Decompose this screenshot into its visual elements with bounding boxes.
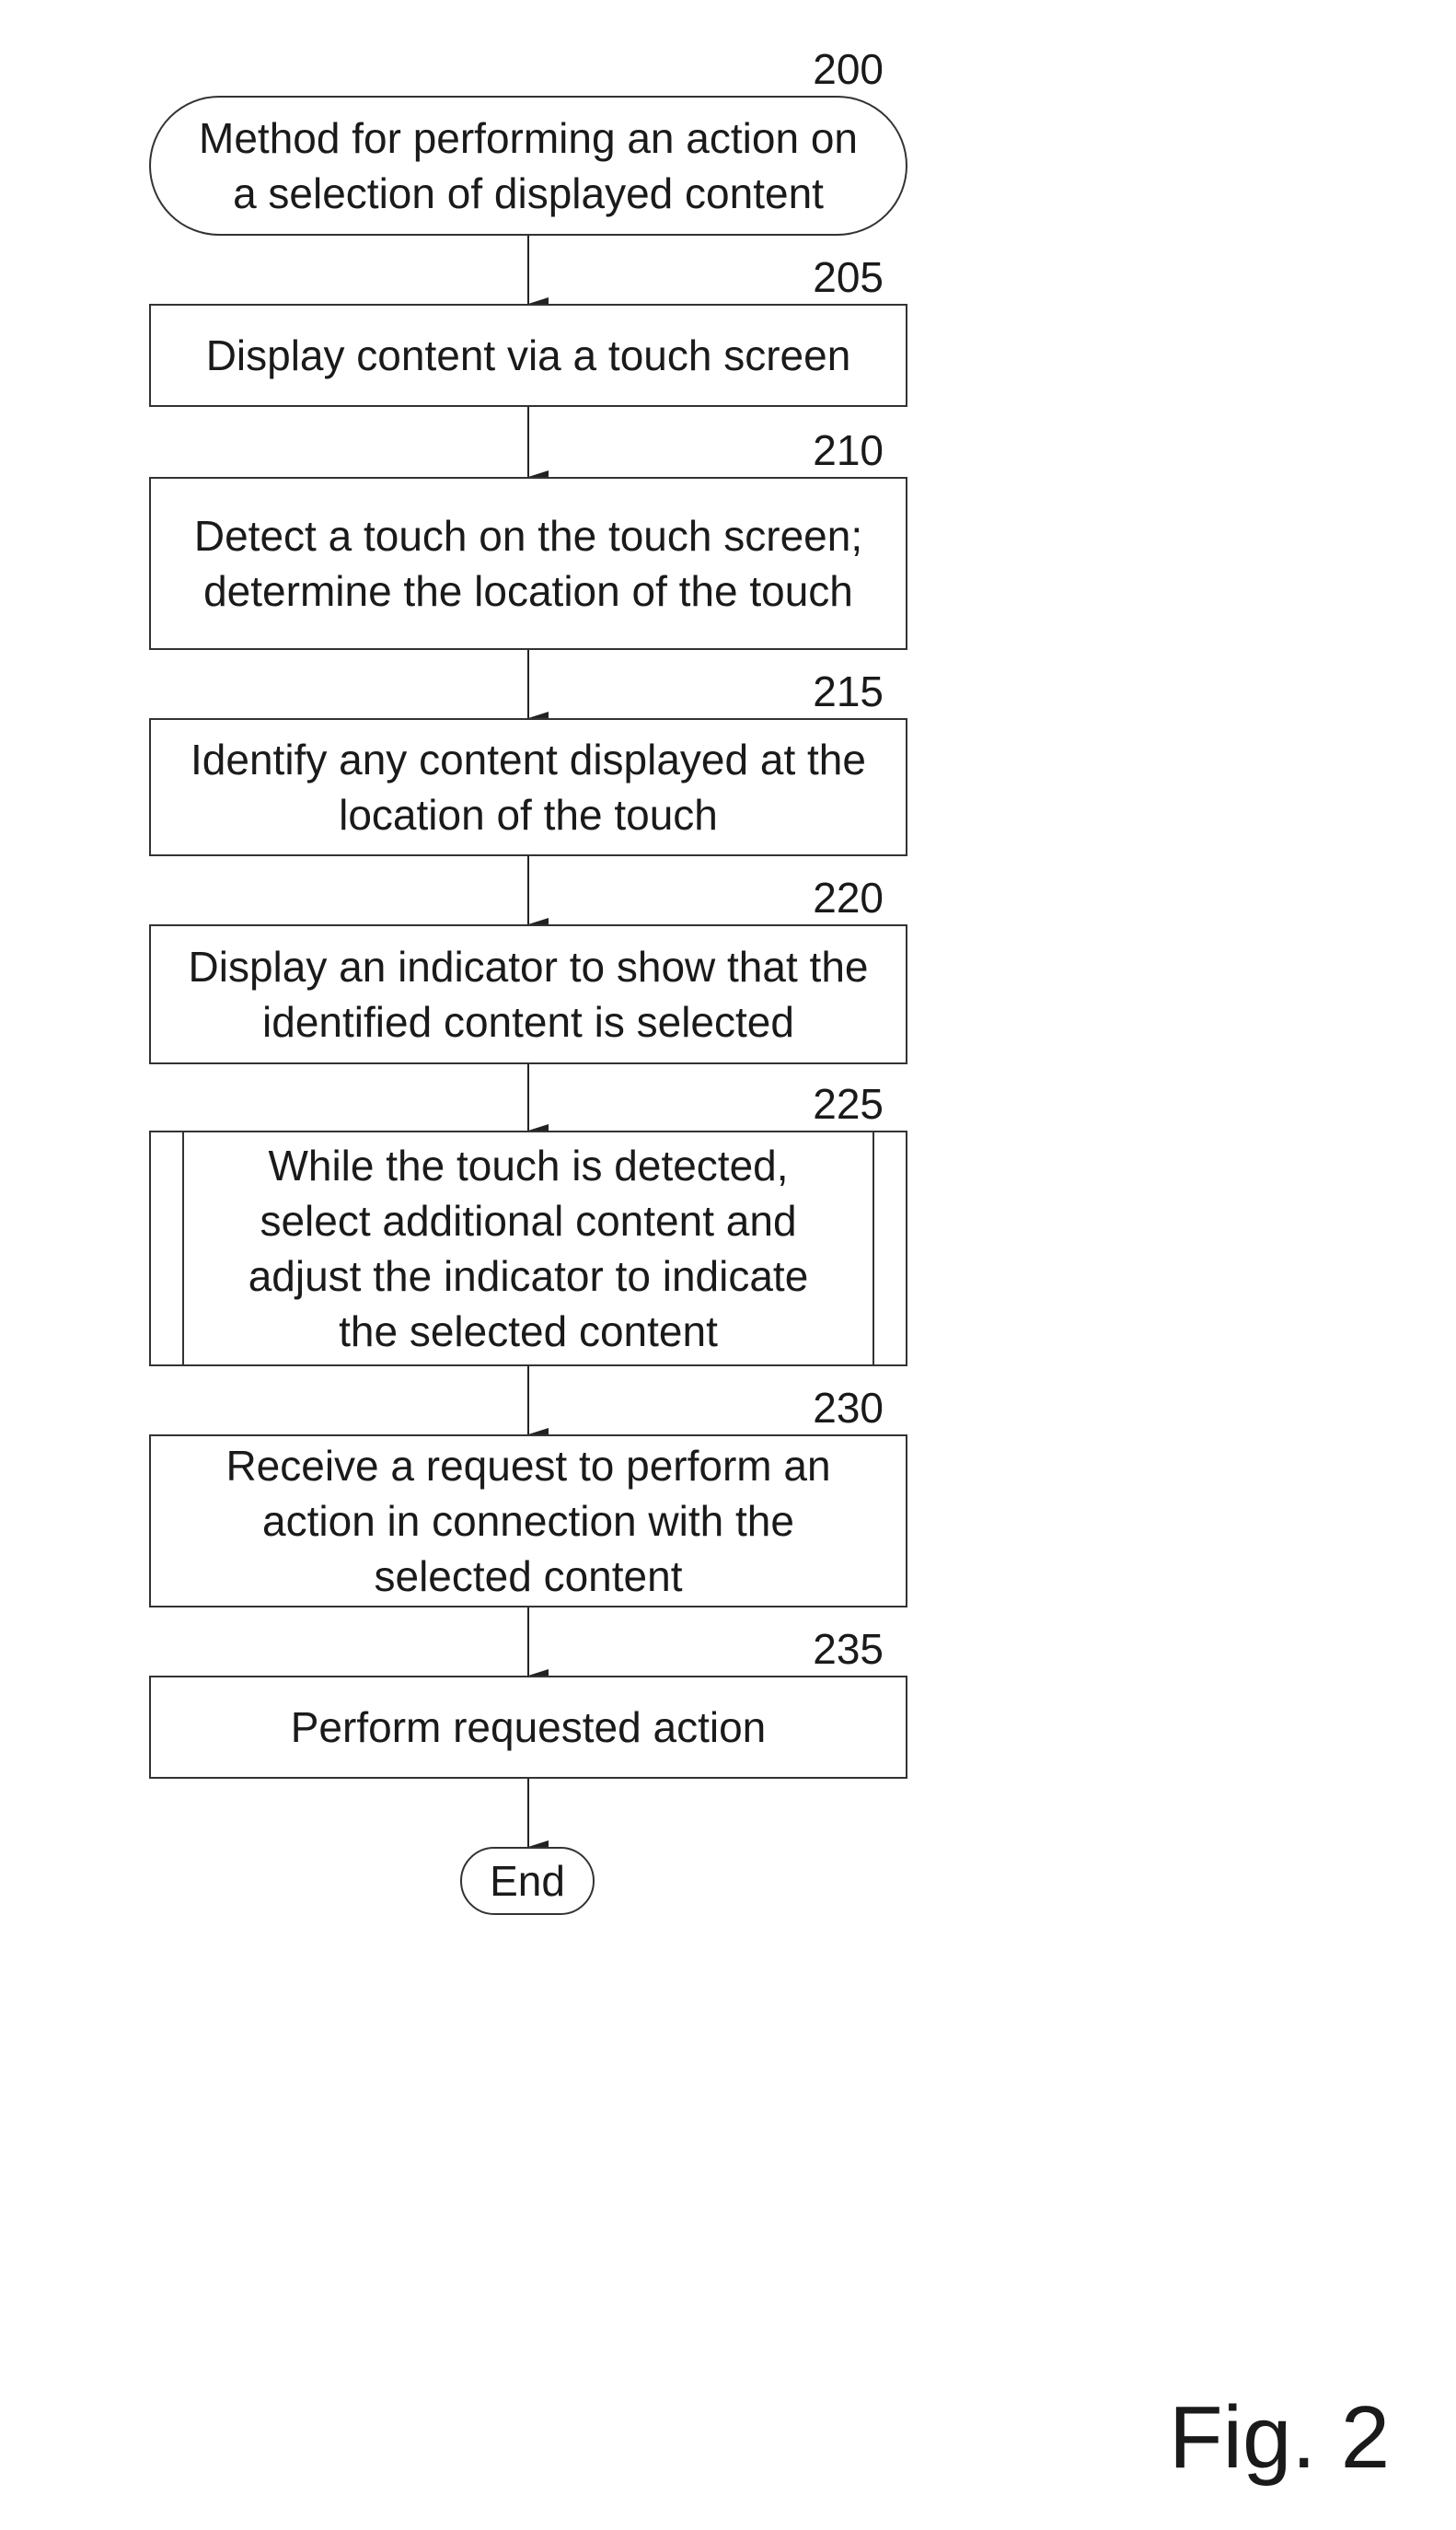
- process-box-210: Detect a touch on the touch screen; dete…: [149, 477, 907, 650]
- end-terminal: End: [460, 1847, 595, 1915]
- step-ref-230: 230: [699, 1387, 884, 1429]
- process-box-230: Receive a request to perform an action i…: [149, 1434, 907, 1607]
- process-box-205: Display content via a touch screen: [149, 304, 907, 407]
- end-text: End: [484, 1853, 571, 1909]
- step-text-210: Detect a touch on the touch screen; dete…: [189, 508, 868, 619]
- step-text-220: Display an indicator to show that the id…: [183, 939, 874, 1050]
- step-ref-200: 200: [699, 48, 884, 90]
- step-ref-205: 205: [699, 256, 884, 298]
- step-ref-225: 225: [699, 1083, 884, 1125]
- step-ref-215: 215: [699, 670, 884, 713]
- step-text-205: Display content via a touch screen: [201, 328, 857, 383]
- step-text-225: While the touch is detected, select addi…: [243, 1138, 815, 1359]
- process-box-220: Display an indicator to show that the id…: [149, 924, 907, 1064]
- step-text-235: Perform requested action: [285, 1700, 772, 1755]
- step-text-230: Receive a request to perform an action i…: [220, 1438, 836, 1604]
- process-box-235: Perform requested action: [149, 1676, 907, 1779]
- step-text-200: Method for performing an action on a sel…: [193, 110, 863, 221]
- process-box-215: Identify any content displayed at the lo…: [149, 718, 907, 856]
- start-terminal: Method for performing an action on a sel…: [149, 96, 907, 236]
- step-text-215: Identify any content displayed at the lo…: [185, 732, 872, 842]
- figure-label: Fig. 2: [1169, 2394, 1390, 2482]
- step-ref-210: 210: [699, 429, 884, 471]
- flowchart-diagram: 200 Method for performing an action on a…: [0, 0, 1456, 2530]
- subprocess-box-225: While the touch is detected, select addi…: [149, 1131, 907, 1366]
- step-ref-220: 220: [699, 876, 884, 919]
- step-ref-235: 235: [699, 1628, 884, 1670]
